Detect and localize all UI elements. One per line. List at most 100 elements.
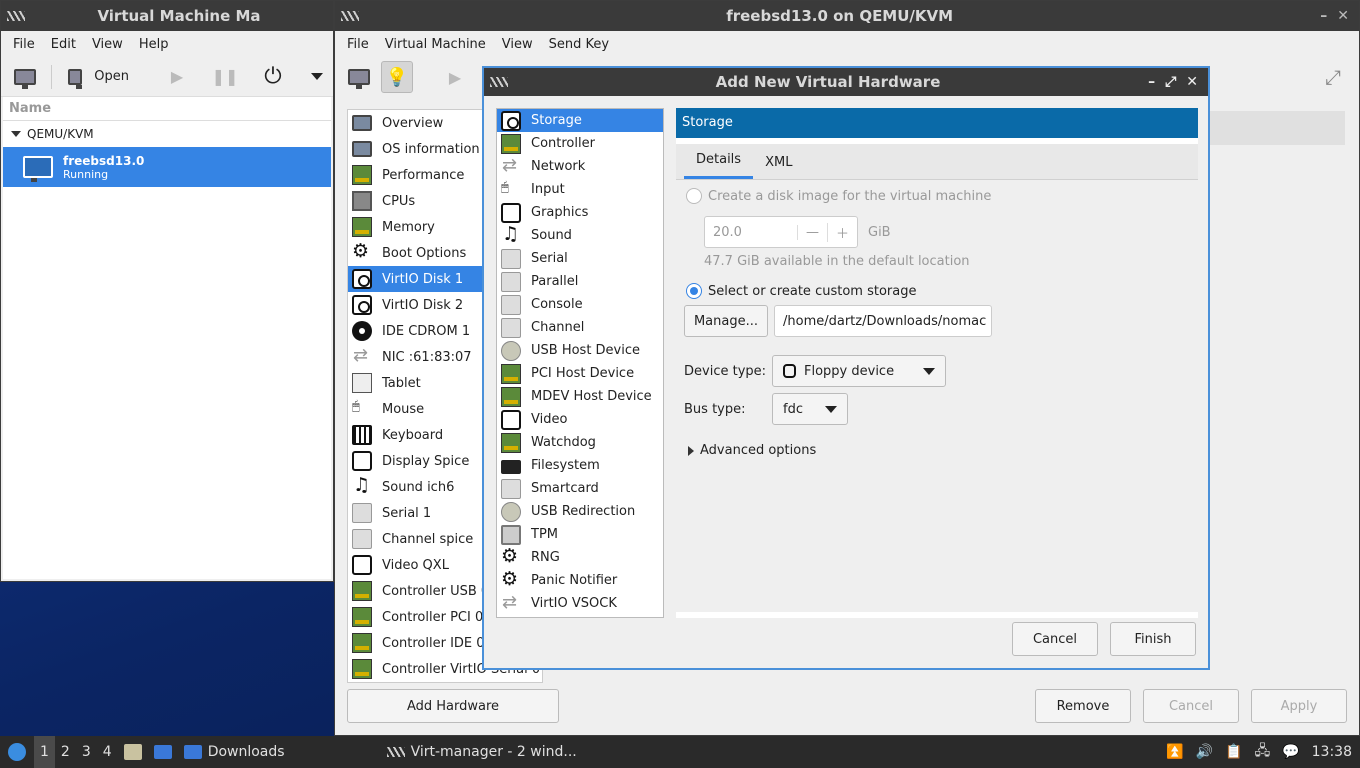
shutdown-button[interactable]: ⏻ xyxy=(257,61,289,93)
hardware-type-item[interactable]: Controller xyxy=(497,132,663,155)
workspace-1[interactable]: 1 xyxy=(34,736,55,768)
menu-file[interactable]: File xyxy=(5,37,43,52)
window-menu-icon[interactable] xyxy=(490,77,508,87)
vm-titlebar[interactable]: freebsd13.0 on QEMU/KVM – ✕ xyxy=(335,1,1359,31)
workspace-4[interactable]: 4 xyxy=(97,736,118,768)
run-button[interactable]: ▶ xyxy=(439,61,471,93)
menu-help[interactable]: Help xyxy=(131,37,177,52)
console-button[interactable] xyxy=(343,61,375,93)
virt-manager-task[interactable]: Virt-manager - 2 wind... xyxy=(381,736,583,768)
vm-screen-icon xyxy=(23,156,53,182)
details-button[interactable]: 💡 xyxy=(381,61,413,93)
menu-virtual-machine[interactable]: Virtual Machine xyxy=(377,37,494,52)
minimize-icon[interactable]: – xyxy=(1320,8,1327,24)
finish-label: Finish xyxy=(1134,631,1172,647)
shutdown-menu-button[interactable] xyxy=(301,61,333,93)
menu-view[interactable]: View xyxy=(494,37,541,52)
device-type-combo[interactable]: Floppy device xyxy=(772,355,946,387)
volume-icon[interactable]: 🔊 xyxy=(1190,736,1219,768)
hardware-type-item[interactable]: Input xyxy=(497,178,663,201)
dialog-titlebar[interactable]: Add New Virtual Hardware – ⤢ ✕ xyxy=(484,68,1208,96)
hardware-type-item[interactable]: Video xyxy=(497,408,663,431)
hardware-type-item[interactable]: Smartcard xyxy=(497,477,663,500)
increment-icon[interactable]: ＋ xyxy=(827,222,857,242)
decrement-icon[interactable]: — xyxy=(797,224,827,240)
hardware-type-item-label: Sound xyxy=(531,228,572,243)
notification-icon[interactable]: 💬 xyxy=(1276,736,1305,768)
hardware-type-item[interactable]: RNG xyxy=(497,545,663,569)
add-hardware-button[interactable]: Add Hardware xyxy=(347,689,559,723)
toolbar-separator xyxy=(51,64,52,89)
start-menu-button[interactable] xyxy=(0,736,34,768)
new-vm-button[interactable] xyxy=(9,61,41,93)
workspace-2[interactable]: 2 xyxy=(55,736,76,768)
minimize-icon[interactable]: – xyxy=(1148,74,1155,90)
fullscreen-button[interactable]: ⤢ xyxy=(1317,61,1349,93)
chip-icon xyxy=(352,191,372,211)
run-button[interactable]: ▶ xyxy=(161,61,193,93)
hardware-type-item[interactable]: PCI Host Device xyxy=(497,362,663,385)
clock[interactable]: 13:38 xyxy=(1306,736,1360,768)
hardware-type-item[interactable]: USB Host Device xyxy=(497,339,663,362)
expander-icon[interactable] xyxy=(11,131,21,137)
hardware-type-item[interactable]: VirtIO VSOCK xyxy=(497,592,663,615)
advanced-options-expander[interactable]: Advanced options xyxy=(688,443,1190,458)
hardware-type-item[interactable]: Panic Notifier xyxy=(497,568,663,592)
window-menu-icon[interactable] xyxy=(7,11,25,21)
hardware-type-item[interactable]: Filesystem xyxy=(497,454,663,477)
bus-type-combo[interactable]: fdc xyxy=(772,393,848,425)
cancel-button[interactable]: Cancel xyxy=(1143,689,1239,723)
hardware-type-item[interactable]: Parallel xyxy=(497,270,663,293)
storage-path-input[interactable]: /home/dartz/Downloads/nomac xyxy=(774,305,992,337)
device-type-row: Device type: Floppy device xyxy=(684,355,1190,387)
hardware-type-item[interactable]: Graphics xyxy=(497,201,663,224)
gpu-icon xyxy=(352,555,372,575)
create-disk-radio[interactable] xyxy=(686,188,702,204)
maximize-icon[interactable]: ⤢ xyxy=(1165,74,1176,90)
net-icon xyxy=(501,592,521,614)
tab-xml[interactable]: XML xyxy=(753,155,804,179)
pause-icon: ❚❚ xyxy=(211,67,239,86)
tab-details[interactable]: Details xyxy=(684,152,754,179)
hardware-type-item[interactable]: MDEV Host Device xyxy=(497,385,663,408)
tree-header[interactable]: Name xyxy=(3,97,331,121)
menu-file[interactable]: File xyxy=(339,37,377,52)
manage-button[interactable]: Manage... xyxy=(684,305,768,337)
menu-send-key[interactable]: Send Key xyxy=(541,37,617,52)
hardware-type-item[interactable]: Storage xyxy=(497,109,663,132)
pause-button[interactable]: ❚❚ xyxy=(209,61,241,93)
file-manager-launcher[interactable] xyxy=(118,736,148,768)
dialog-cancel-button[interactable]: Cancel xyxy=(1012,622,1098,656)
finish-button[interactable]: Finish xyxy=(1110,622,1196,656)
close-icon[interactable]: ✕ xyxy=(1186,74,1198,90)
hardware-type-item-label: USB Host Device xyxy=(531,343,641,358)
hardware-type-item[interactable]: USB Redirection xyxy=(497,500,663,523)
close-icon[interactable]: ✕ xyxy=(1337,8,1349,24)
clipboard-icon[interactable]: 📋 xyxy=(1219,736,1248,768)
tray-upload-icon[interactable]: ⏫ xyxy=(1160,736,1189,768)
open-button[interactable]: Open xyxy=(62,61,135,93)
vm-row[interactable]: freebsd13.0 Running xyxy=(3,147,331,187)
hardware-type-item[interactable]: Watchdog xyxy=(497,431,663,454)
workspace-3[interactable]: 3 xyxy=(76,736,97,768)
disk-size-stepper[interactable]: 20.0 — ＋ xyxy=(704,216,858,248)
hardware-type-item[interactable]: Network xyxy=(497,155,663,178)
custom-storage-radio[interactable] xyxy=(686,283,702,299)
hardware-type-item[interactable]: Serial xyxy=(497,247,663,270)
remove-button[interactable]: Remove xyxy=(1035,689,1131,723)
show-desktop-button[interactable] xyxy=(148,736,178,768)
disk-icon xyxy=(352,269,372,289)
card-icon xyxy=(352,581,372,601)
menu-view[interactable]: View xyxy=(84,37,131,52)
manager-titlebar[interactable]: Virtual Machine Ma xyxy=(1,1,333,31)
hardware-type-item[interactable]: TPM xyxy=(497,523,663,546)
menu-edit[interactable]: Edit xyxy=(43,37,84,52)
connection-row[interactable]: QEMU/KVM xyxy=(3,121,331,147)
downloads-task[interactable]: Downloads xyxy=(178,736,291,768)
window-menu-icon[interactable] xyxy=(341,11,359,21)
hardware-type-item[interactable]: Console xyxy=(497,293,663,316)
network-icon[interactable]: 🖧 xyxy=(1249,736,1277,768)
apply-button[interactable]: Apply xyxy=(1251,689,1347,723)
hardware-type-item[interactable]: Sound xyxy=(497,223,663,247)
hardware-type-item[interactable]: Channel xyxy=(497,316,663,339)
